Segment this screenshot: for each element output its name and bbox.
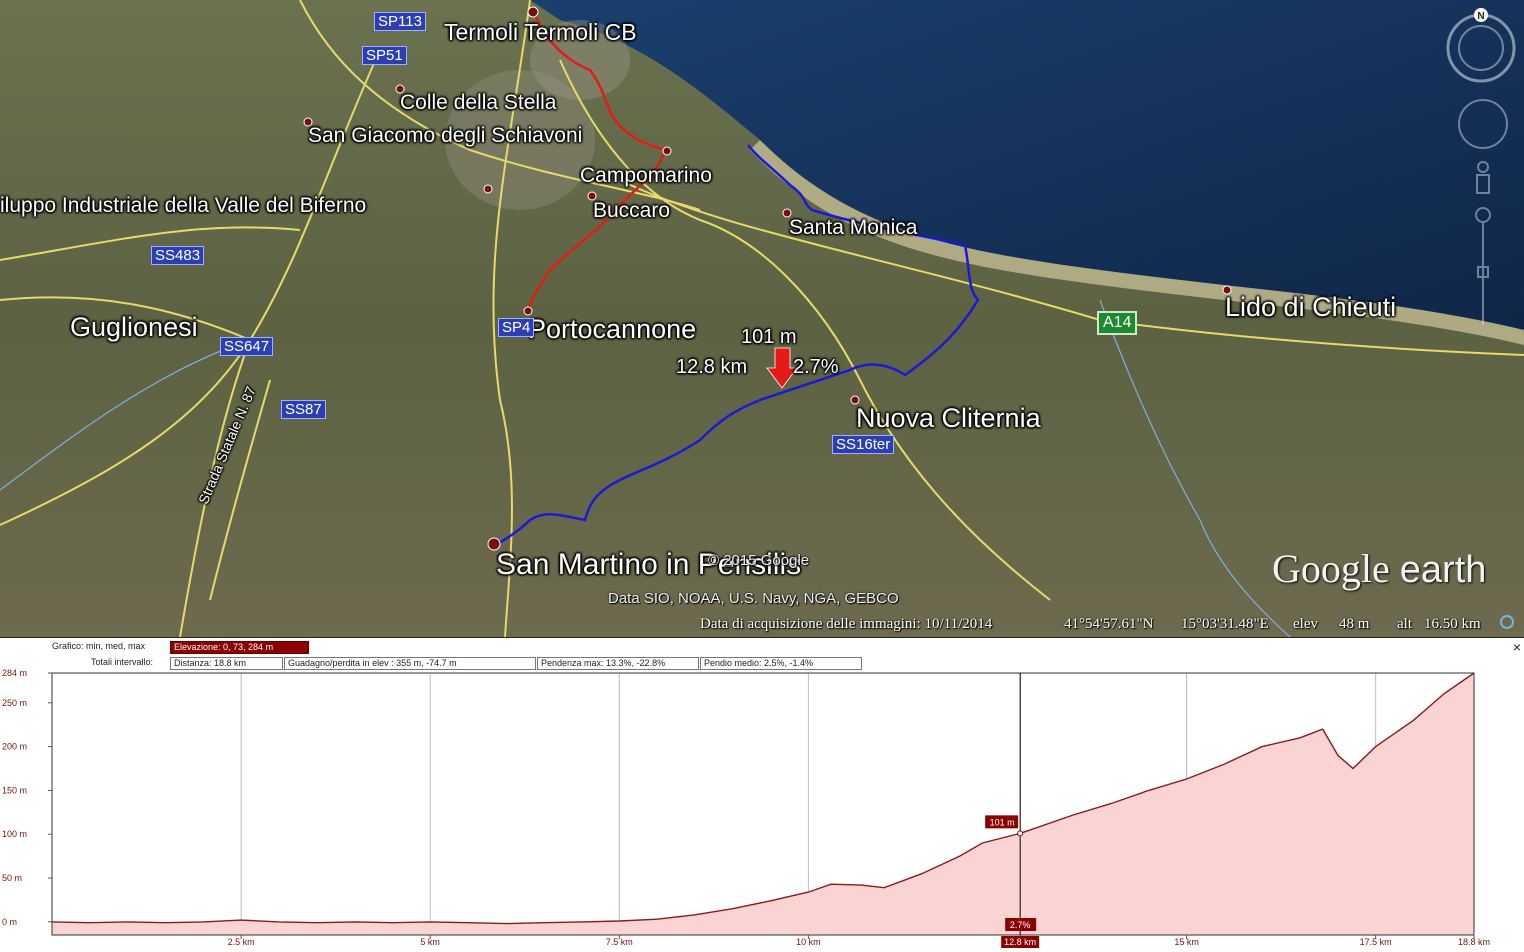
google-earth-logo: Google earth — [1272, 545, 1486, 592]
longitude-readout: 15°03'31.48"E — [1181, 616, 1269, 632]
place-label-guglionesi[interactable]: Guglionesi — [70, 312, 198, 343]
road-shield-ss16ter: SS16ter — [832, 435, 895, 454]
latitude-readout: 41°54'57.61"N — [1064, 616, 1154, 632]
place-pin-icon — [527, 6, 539, 18]
elev-readout: 48 m — [1339, 616, 1370, 632]
navigation-controls[interactable]: N — [1443, 5, 1519, 325]
alt-readout: 16.50 km — [1424, 616, 1481, 632]
data-credits-text: Data SIO, NOAA, U.S. Navy, NGA, GEBCO — [608, 590, 899, 607]
acquisition-date: Data di acquisizione delle immagini: 10/… — [700, 616, 993, 632]
elevation-profile-panel: Grafico: min, med, max Elevazione: 0, 73… — [0, 637, 1524, 952]
motorway-shield-a14: A14 — [1097, 311, 1138, 335]
y-tick-label: 50 m — [2, 873, 22, 883]
place-label-san-giacomo[interactable]: San Giacomo degli Schiavoni — [308, 124, 582, 148]
y-axis-ticks: 284 m 250 m 200 m 150 m 100 m 50 m 0 m — [2, 668, 52, 927]
road-shield-sp4: SP4 — [498, 318, 535, 337]
place-label-nuova-cliternia[interactable]: Nuova Cliternia — [856, 403, 1041, 434]
x-tick-label: 5 km — [420, 937, 440, 947]
x-tick-label: 10 km — [796, 937, 821, 947]
street-view-pegman-icon[interactable] — [1476, 161, 1490, 194]
road-shield-ss87: SS87 — [281, 400, 326, 419]
y-tick-label: 200 m — [2, 742, 27, 752]
place-pin-icon — [483, 184, 493, 194]
x-tick-label: 17.5 km — [1360, 937, 1392, 947]
place-pin-icon — [662, 146, 672, 156]
place-label-termoli[interactable]: Termoli Termoli CB — [444, 19, 637, 46]
loading-spinner-icon — [1500, 615, 1514, 629]
x-axis-ticks: 2.5 km 5 km 7.5 km 10 km 12.8 km 15 km 17.5 km… — [228, 935, 1490, 948]
place-label-portocannone[interactable]: Portocannone — [528, 314, 696, 345]
y-tick-label: 0 m — [2, 917, 17, 927]
map-view[interactable]: Termoli Termoli CB Colle della Stella Sa… — [0, 0, 1524, 637]
road-shield-sp113: SP113 — [374, 12, 426, 31]
zoom-slider[interactable] — [1475, 207, 1491, 325]
status-bar: Data di acquisizione delle immagini: 10/… — [0, 612, 1524, 637]
marker-slope-label: 2.7% — [793, 356, 839, 378]
x-tick-label: 18.8 km — [1458, 937, 1490, 947]
marker-distance-label: 12.8 km — [676, 356, 748, 378]
look-joystick-icon[interactable] — [1458, 99, 1508, 149]
cursor-point — [1017, 830, 1024, 837]
compass-ring[interactable]: N — [1446, 8, 1516, 83]
road-shield-ss647: SS647 — [220, 337, 274, 356]
cursor-slope-text: 2.7% — [1010, 920, 1031, 930]
y-tick-label: 100 m — [2, 829, 27, 839]
brand-word-earth: earth — [1399, 549, 1487, 591]
elevation-area — [52, 673, 1474, 935]
brand-word-google: Google — [1272, 546, 1390, 591]
x-tick-label: 15 km — [1174, 937, 1199, 947]
cursor-elevation-text: 101 m — [990, 817, 1015, 827]
place-label-campomarino[interactable]: Campomarino — [580, 164, 712, 188]
x-tick-label: 12.8 km — [1004, 937, 1036, 947]
elev-label: elev — [1293, 616, 1318, 632]
copyright-text: © 2015 Google — [708, 552, 810, 569]
x-tick-label: 7.5 km — [606, 937, 633, 947]
place-label-lido-di-chieuti[interactable]: Lido di Chieuti — [1225, 292, 1396, 323]
road-shield-sp51: SP51 — [362, 46, 407, 65]
road-shield-ss483: SS483 — [151, 246, 205, 265]
x-tick-label: 2.5 km — [228, 937, 255, 947]
place-label-buccaro[interactable]: Buccaro — [593, 199, 670, 223]
y-tick-label: 250 m — [2, 698, 27, 708]
north-letter: N — [1477, 11, 1484, 22]
y-tick-label: 284 m — [2, 668, 27, 678]
place-label-sviluppo-industriale[interactable]: iluppo Industriale della Valle del Bifer… — [0, 194, 366, 218]
y-tick-label: 150 m — [2, 785, 27, 795]
alt-label: alt — [1397, 616, 1412, 632]
place-label-santa-monica[interactable]: Santa Monica — [789, 216, 917, 240]
elevation-chart[interactable]: 284 m 250 m 200 m 150 m 100 m 50 m 0 m 2.5 km 5… — [0, 638, 1524, 952]
place-label-colle-della-stella[interactable]: Colle della Stella — [400, 91, 556, 115]
marker-elevation-label: 101 m — [741, 326, 797, 348]
